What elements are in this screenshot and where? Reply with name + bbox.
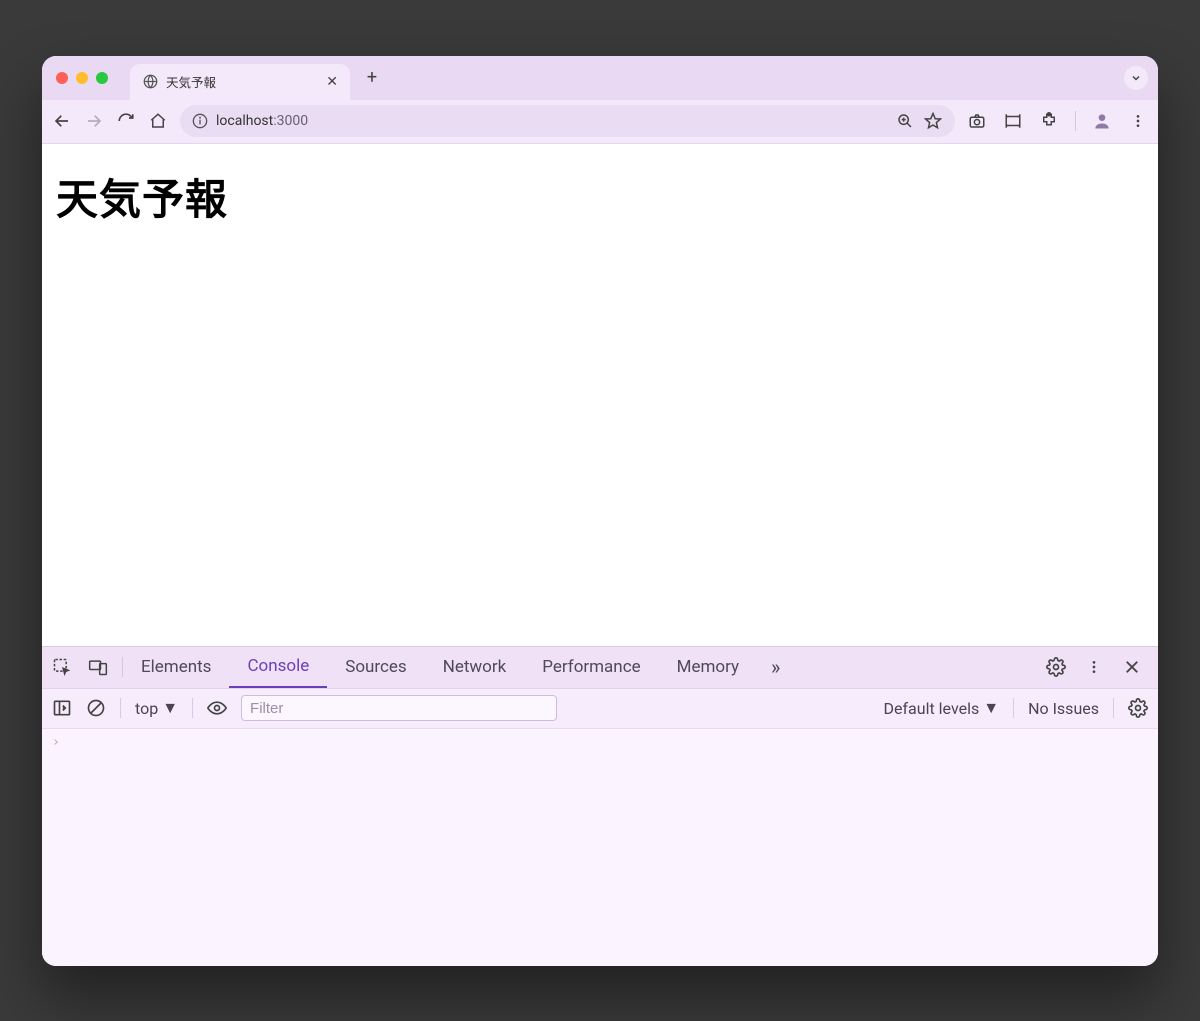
console-toolbar: top ▼ Default levels ▼ No Issues: [42, 689, 1158, 729]
execution-context-selector[interactable]: top ▼: [135, 698, 178, 718]
screenshot-icon[interactable]: [967, 111, 987, 131]
separator: [192, 698, 193, 718]
address-text: localhost:3000: [216, 113, 887, 129]
devtools-tab-memory[interactable]: Memory: [659, 647, 757, 688]
reload-button[interactable]: [116, 111, 136, 131]
devtools-settings-icon[interactable]: [1046, 657, 1066, 677]
dropdown-caret-icon: ▼: [162, 698, 178, 718]
nav-back-button[interactable]: [52, 111, 72, 131]
issues-label[interactable]: No Issues: [1028, 699, 1099, 718]
responsive-icon[interactable]: [1003, 111, 1023, 131]
profile-icon[interactable]: [1092, 111, 1112, 131]
inspect-element-icon[interactable]: [52, 657, 72, 677]
console-output[interactable]: ›: [42, 729, 1158, 966]
devtools-tab-bar: Elements Console Sources Network Perform…: [42, 647, 1158, 689]
window-controls: [56, 72, 108, 84]
kebab-menu-icon[interactable]: [1128, 111, 1148, 131]
page-heading: 天気予報: [56, 166, 1144, 227]
devtools-close-icon[interactable]: [1122, 657, 1142, 677]
log-levels-selector[interactable]: Default levels ▼: [884, 698, 1000, 718]
separator: [1075, 111, 1076, 131]
console-sidebar-toggle-icon[interactable]: [52, 698, 72, 718]
devtools-tab-elements[interactable]: Elements: [123, 647, 229, 688]
address-bar[interactable]: localhost:3000: [180, 105, 955, 137]
devtools-more-tabs[interactable]: »: [757, 655, 794, 679]
console-filter-input[interactable]: [241, 695, 557, 721]
page-viewport: 天気予報: [42, 144, 1158, 646]
tab-close-button[interactable]: ✕: [326, 74, 338, 90]
window-zoom-button[interactable]: [96, 72, 108, 84]
separator: [1013, 698, 1014, 718]
tabs-menu-button[interactable]: [1124, 66, 1148, 90]
site-info-icon[interactable]: [192, 113, 208, 129]
devtools-tab-sources[interactable]: Sources: [327, 647, 424, 688]
devtools-kebab-icon[interactable]: [1084, 657, 1104, 677]
extensions-icon[interactable]: [1039, 111, 1059, 131]
bookmark-star-icon[interactable]: [923, 111, 943, 131]
tab-strip: 天気予報 ✕ +: [42, 56, 1158, 100]
address-host: localhost: [216, 113, 273, 129]
levels-label: Default levels: [884, 699, 980, 718]
home-button[interactable]: [148, 111, 168, 131]
dropdown-caret-icon: ▼: [983, 698, 999, 718]
browser-tab[interactable]: 天気予報 ✕: [130, 64, 350, 100]
live-expression-icon[interactable]: [207, 698, 227, 718]
window-close-button[interactable]: [56, 72, 68, 84]
console-settings-icon[interactable]: [1128, 698, 1148, 718]
nav-forward-button[interactable]: [84, 111, 104, 131]
new-tab-button[interactable]: +: [358, 64, 386, 92]
browser-toolbar: localhost:3000: [42, 100, 1158, 144]
globe-icon: [142, 74, 158, 90]
devtools-tab-console[interactable]: Console: [229, 647, 327, 688]
device-toggle-icon[interactable]: [88, 657, 108, 677]
address-port: :3000: [273, 113, 308, 129]
clear-console-icon[interactable]: [86, 698, 106, 718]
browser-window: 天気予報 ✕ + localhost:3000: [42, 56, 1158, 966]
tab-title: 天気予報: [166, 72, 318, 91]
separator: [1113, 698, 1114, 718]
toolbar-actions: [967, 111, 1148, 131]
devtools-panel: Elements Console Sources Network Perform…: [42, 646, 1158, 966]
console-prompt-caret: ›: [52, 735, 60, 750]
context-label: top: [135, 699, 158, 718]
devtools-tab-performance[interactable]: Performance: [524, 647, 658, 688]
window-minimize-button[interactable]: [76, 72, 88, 84]
zoom-icon[interactable]: [895, 111, 915, 131]
separator: [120, 698, 121, 718]
devtools-tab-network[interactable]: Network: [425, 647, 525, 688]
